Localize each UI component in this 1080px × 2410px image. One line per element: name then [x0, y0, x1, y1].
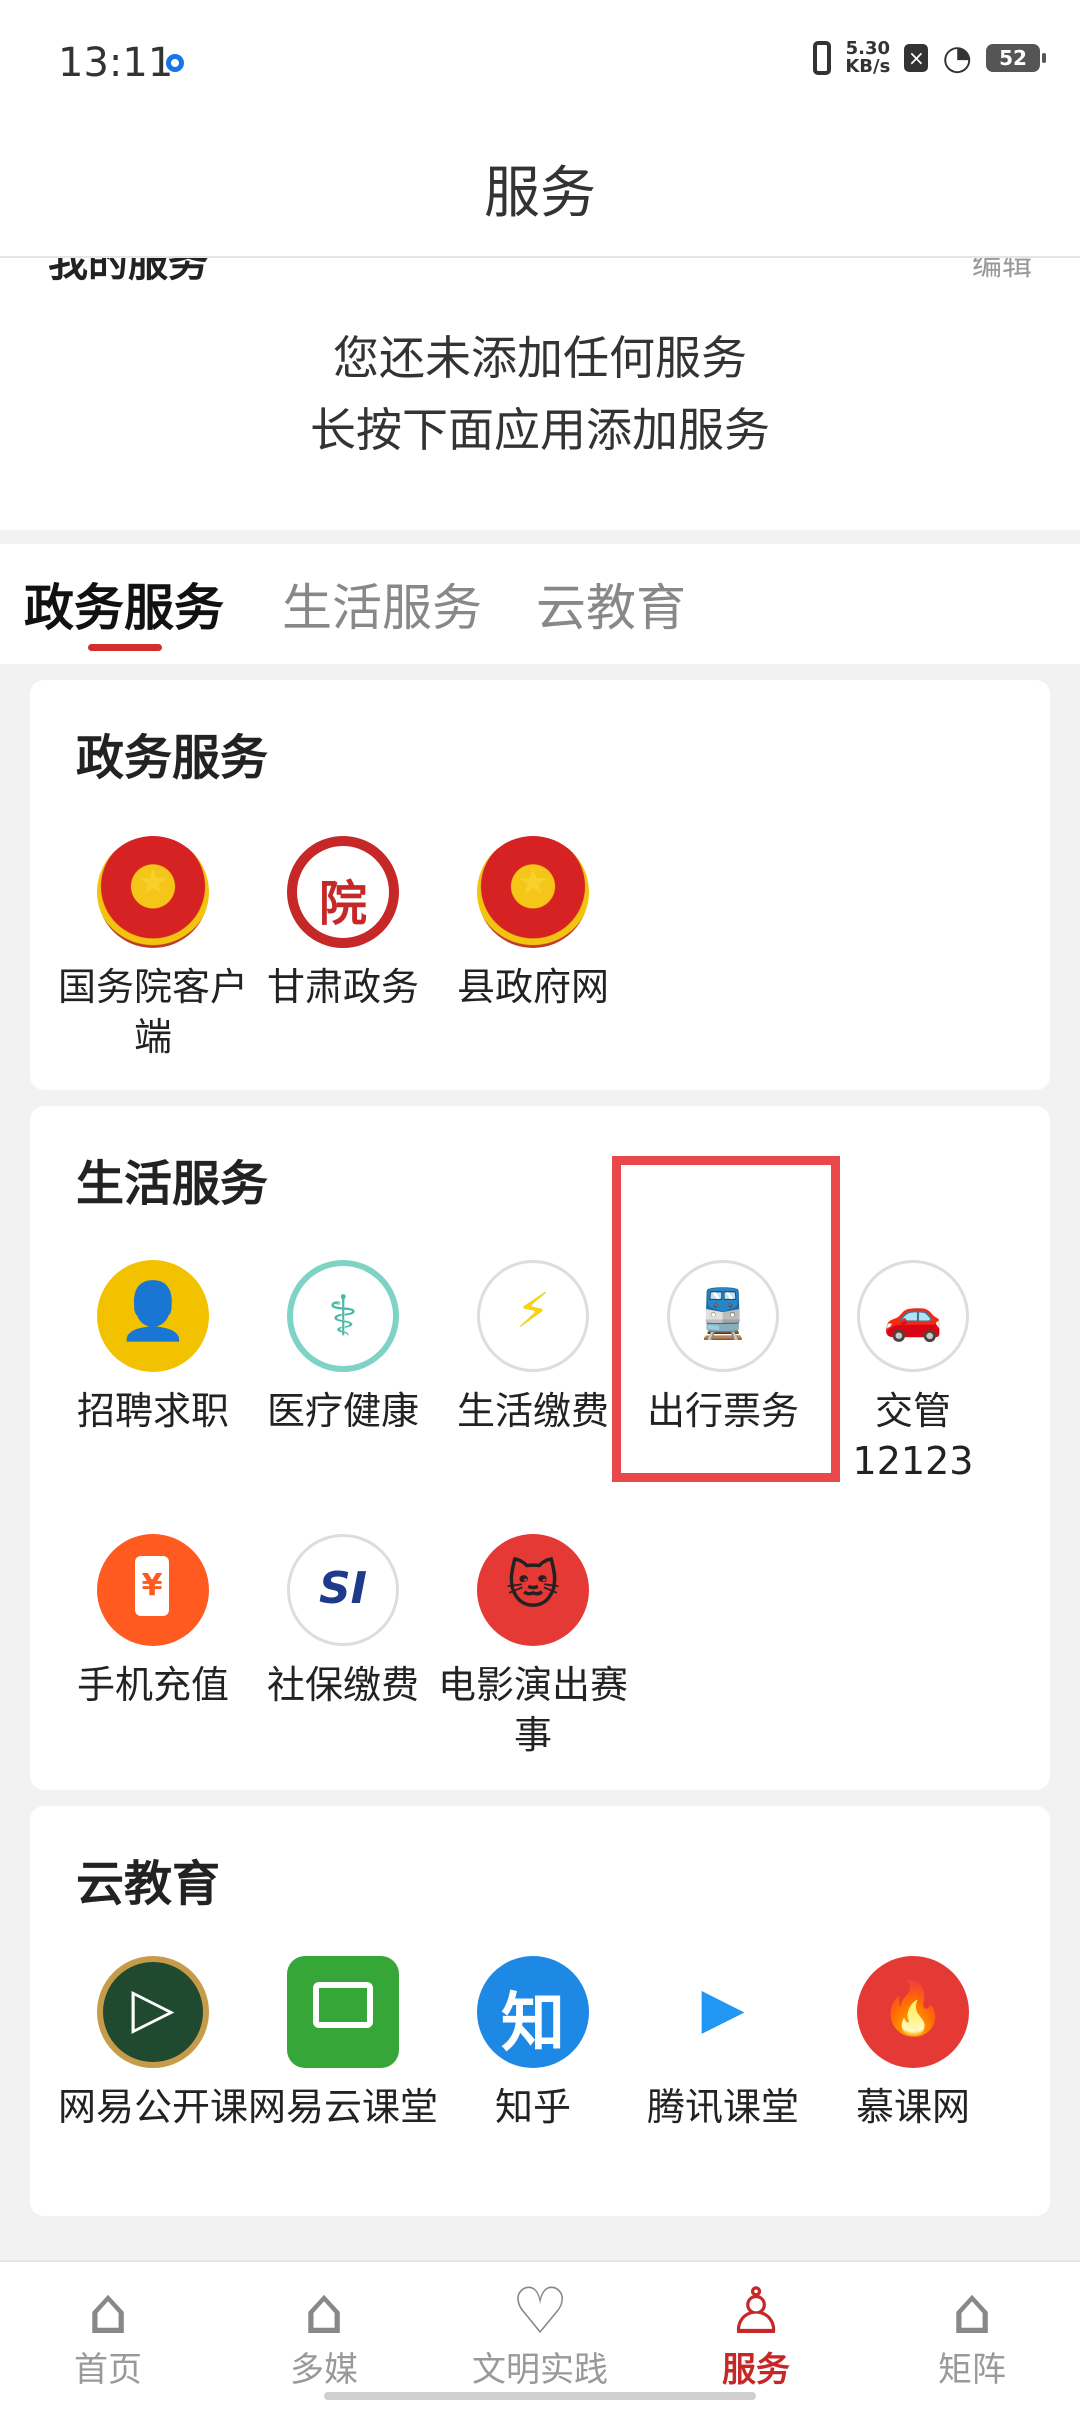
app-state-council[interactable]: 国务院客户端: [58, 836, 248, 1062]
heart-hand-icon: ♡: [511, 2275, 569, 2349]
vibrate-icon: [813, 41, 832, 75]
app-label: 网易公开课: [58, 2085, 249, 2129]
home-indicator[interactable]: [324, 2392, 756, 2400]
app-gansu-gov[interactable]: 甘肃政务: [248, 836, 438, 1012]
tab-gov-services[interactable]: 政务服务: [24, 568, 224, 640]
app-medical[interactable]: 医疗健康: [248, 1260, 438, 1436]
gov-services-card: 政务服务 国务院客户端 甘肃政务 县政府网: [30, 680, 1050, 1090]
app-label: 社保缴费: [266, 1663, 419, 1707]
job-person-icon: [97, 1260, 209, 1372]
nav-civilization[interactable]: ♡ 文明实践: [432, 2262, 648, 2410]
chalkboard-play-icon: [97, 1956, 209, 2068]
app-label: 交管12123: [852, 1389, 974, 1483]
app-label: 腾讯课堂: [646, 2085, 799, 2129]
social-security-icon: [287, 1534, 399, 1646]
no-sim-icon: ×: [904, 44, 929, 72]
cloud-class-icon: [287, 1956, 399, 2068]
app-label: 县政府网: [456, 965, 609, 1009]
flame-icon: [857, 1956, 969, 2068]
my-services-panel: 我的服务 编辑 您还未添加任何服务 长按下面应用添加服务: [0, 258, 1080, 530]
tab-life-services[interactable]: 生活服务: [282, 568, 482, 640]
app-tencent-class[interactable]: 腾讯课堂: [628, 1956, 818, 2132]
app-mooc[interactable]: 慕课网: [818, 1956, 1008, 2132]
network-speed: 5.30 KB/s: [845, 38, 891, 77]
zhihu-icon: [477, 1956, 589, 2068]
active-tab-indicator: [88, 644, 162, 651]
bottom-nav: ⌂ 首页 ⌂ 多媒 ♡ 文明实践 ♙ 服务 ⌂ 矩阵: [0, 2260, 1080, 2410]
nav-media[interactable]: ⌂ 多媒: [216, 2262, 432, 2410]
status-time: 13:11: [58, 40, 174, 86]
section-title: 政务服务: [76, 730, 269, 786]
house-outline-icon: ⌂: [951, 2275, 993, 2349]
tencent-class-icon: [667, 1956, 779, 2068]
nav-services[interactable]: ♙ 服务: [648, 2262, 864, 2410]
nav-matrix[interactable]: ⌂ 矩阵: [864, 2262, 1080, 2410]
service-stamp-icon: ♙: [727, 2275, 785, 2349]
battery-icon: 52: [986, 44, 1046, 72]
page-header: 服务: [0, 120, 1080, 258]
highlight-box: [612, 1156, 840, 1482]
app-jobs[interactable]: 招聘求职: [58, 1260, 248, 1436]
cat-face-icon: [477, 1534, 589, 1646]
section-title: 生活服务: [76, 1156, 269, 1212]
app-label: 电影演出赛事: [438, 1663, 629, 1757]
national-emblem-icon: [97, 836, 209, 948]
app-label: 手机充值: [76, 1663, 229, 1707]
location-icon: [166, 54, 184, 72]
tab-cloud-education[interactable]: 云教育: [536, 568, 686, 640]
app-zhihu[interactable]: 知乎: [438, 1956, 628, 2132]
app-netease-open[interactable]: 网易公开课: [58, 1956, 248, 2132]
app-county-gov[interactable]: 县政府网: [438, 836, 628, 1012]
app-label: 国务院客户端: [58, 965, 249, 1059]
nav-home[interactable]: ⌂ 首页: [0, 2262, 216, 2410]
house-outline-icon: ⌂: [303, 2275, 345, 2349]
app-label: 网易云课堂: [248, 2085, 439, 2129]
court-seal-icon: [287, 836, 399, 948]
app-utility-bills[interactable]: 生活缴费: [438, 1260, 628, 1436]
life-services-card: 生活服务 招聘求职 医疗健康 生活缴费 出行票务 交管12123 手机充值 社保…: [30, 1106, 1050, 1790]
app-social-security[interactable]: 社保缴费: [248, 1534, 438, 1710]
phone-recharge-icon: [97, 1534, 209, 1646]
app-movies-shows[interactable]: 电影演出赛事: [438, 1534, 628, 1760]
medical-icon: [287, 1260, 399, 1372]
nav-label: 服务: [722, 2350, 790, 2390]
water-bolt-icon: [477, 1260, 589, 1372]
app-netease-cloud-class[interactable]: 网易云课堂: [248, 1956, 438, 2132]
car-icon: [857, 1260, 969, 1372]
nav-label: 文明实践: [472, 2350, 608, 2390]
category-tabs: 政务服务 生活服务 云教育: [0, 544, 1080, 664]
home-icon: ⌂: [87, 2275, 129, 2349]
status-bar: 13:11 5.30 KB/s × ◔ 52: [0, 0, 1080, 120]
page-title: 服务: [484, 161, 596, 226]
app-label: 招聘求职: [76, 1389, 229, 1433]
wifi-icon: ◔: [942, 38, 972, 78]
status-icons: 5.30 KB/s × ◔ 52: [813, 38, 1046, 78]
app-label: 医疗健康: [266, 1389, 419, 1433]
my-services-edit[interactable]: 编辑: [972, 258, 1032, 284]
nav-label: 多媒: [290, 2350, 358, 2390]
app-label: 甘肃政务: [266, 965, 419, 1009]
national-emblem-icon: [477, 836, 589, 948]
cloud-education-card: 云教育 网易公开课 网易云课堂 知乎 腾讯课堂 慕课网: [30, 1806, 1050, 2216]
app-traffic-12123[interactable]: 交管12123: [818, 1260, 1008, 1486]
section-title: 云教育: [76, 1856, 221, 1912]
app-phone-recharge[interactable]: 手机充值: [58, 1534, 248, 1710]
my-services-title: 我的服务: [48, 258, 208, 286]
nav-label: 矩阵: [938, 2350, 1006, 2390]
app-label: 生活缴费: [456, 1389, 609, 1433]
empty-message: 您还未添加任何服务 长按下面应用添加服务: [310, 331, 770, 457]
app-label: 慕课网: [855, 2085, 970, 2129]
app-label: 知乎: [494, 2085, 571, 2129]
nav-label: 首页: [74, 2350, 142, 2390]
